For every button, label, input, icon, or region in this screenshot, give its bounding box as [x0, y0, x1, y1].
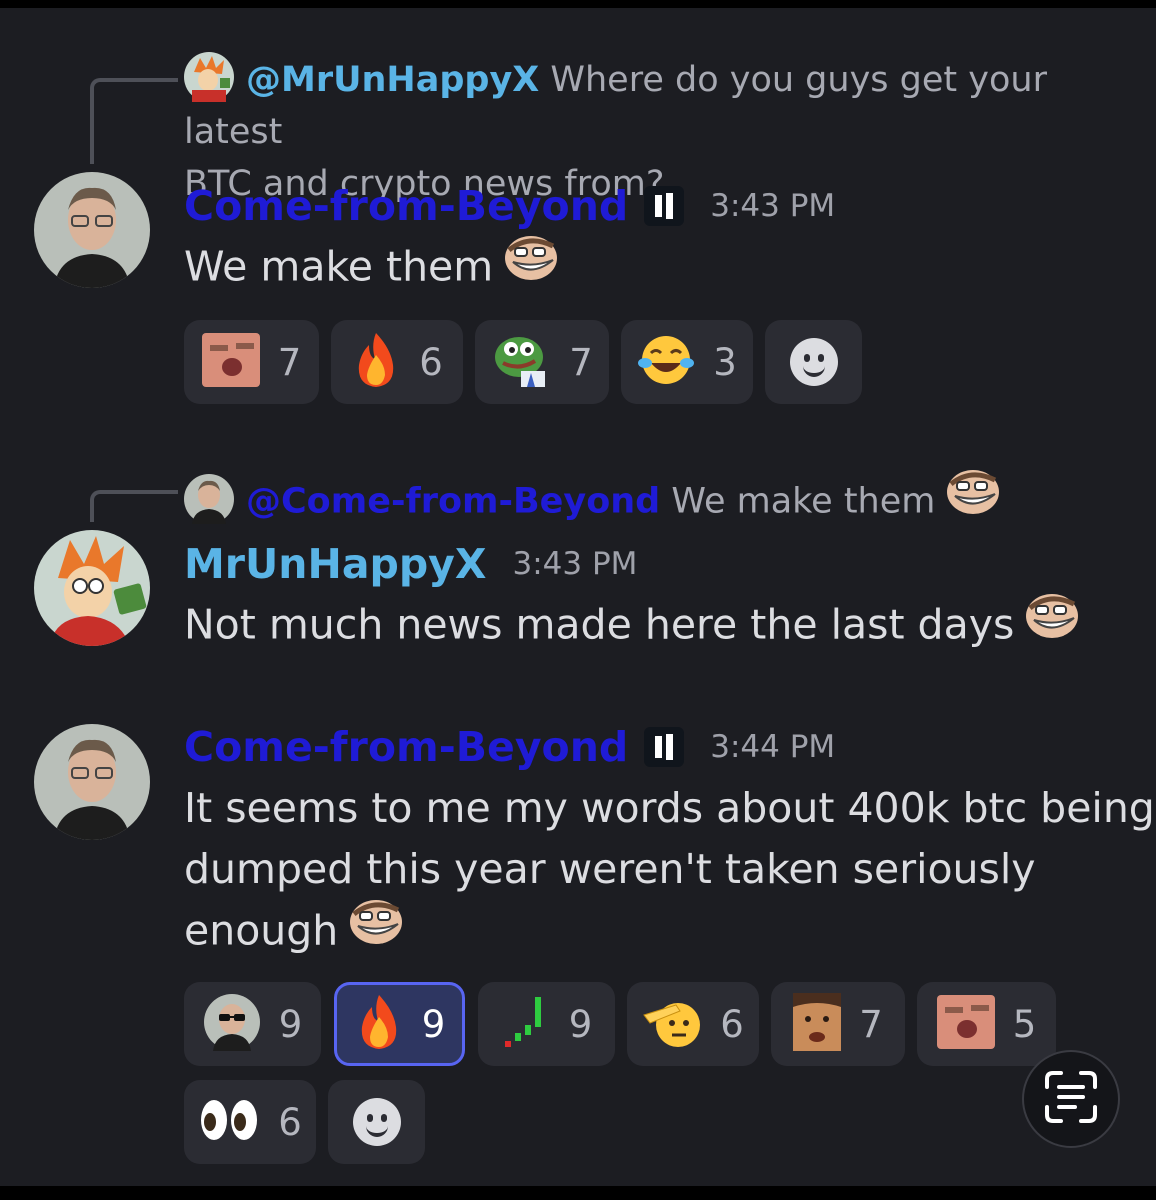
trollface-emote-icon [503, 232, 561, 299]
add-reaction-button[interactable] [328, 1080, 425, 1164]
fire-icon [351, 331, 401, 393]
man-face-emote-icon [793, 993, 842, 1055]
message-content: Not much news made here the last days [184, 600, 1015, 649]
username[interactable]: MrUnHappyX [184, 540, 487, 588]
reaction-count: 6 [419, 340, 443, 384]
reply-mention[interactable]: @MrUnHappyX [246, 60, 539, 100]
reaction-saluting-face[interactable]: 6 [627, 982, 759, 1066]
reaction-count: 5 [1012, 1002, 1037, 1046]
timestamp: 3:43 PM [512, 546, 638, 582]
message-content: We make them [184, 242, 494, 291]
text-scan-icon [1043, 1069, 1099, 1129]
reaction-count: 9 [568, 1002, 593, 1046]
add-reaction-smiley-icon [352, 1098, 401, 1146]
kiss-face-emote-icon [201, 333, 260, 391]
username[interactable]: Come-from-Beyond [184, 182, 628, 230]
avatar-come-from-beyond[interactable] [34, 724, 150, 840]
chart-up-icon [501, 993, 551, 1055]
reaction-fire-selected[interactable]: 9 [334, 982, 465, 1066]
add-reaction-smiley-icon [789, 338, 838, 386]
message-header: MrUnHappyX 3:43 PM [184, 536, 637, 592]
reaction-kiss-face[interactable]: 7 [184, 320, 319, 404]
trollface-emote-icon [1024, 590, 1082, 657]
username[interactable]: Come-from-Beyond [184, 723, 628, 771]
message-text: We make them [184, 236, 561, 303]
reaction-count: 6 [720, 1002, 744, 1046]
trollface-emote-icon [945, 466, 1003, 531]
timestamp: 3:44 PM [710, 729, 836, 765]
reaction-count: 9 [421, 1002, 446, 1046]
timestamp: 3:43 PM [710, 188, 836, 224]
fire-icon [354, 993, 404, 1055]
message-text: It seems to me my words about 400k btc b… [184, 778, 1155, 967]
sunglasses-guy-emote-icon [203, 993, 261, 1055]
reply-mention[interactable]: @Come-from-Beyond [246, 482, 660, 522]
reaction-tears-of-joy[interactable]: 3 [621, 320, 753, 404]
add-reaction-button[interactable] [765, 320, 862, 404]
reply-connector [90, 78, 178, 164]
reaction-count: 7 [569, 340, 593, 384]
server-tag-badge[interactable] [644, 186, 685, 226]
reply-preview[interactable]: @Come-from-Beyond We make them [184, 470, 1003, 535]
saluting-face-icon [642, 993, 702, 1055]
reply-avatar-mrunhappyx [184, 52, 234, 102]
reaction-fire[interactable]: 6 [331, 320, 463, 404]
message-line: enough [184, 906, 339, 955]
message-text: Not much news made here the last days [184, 594, 1082, 661]
avatar-mrunhappyx[interactable] [34, 530, 150, 646]
reaction-pepe[interactable]: 7 [475, 320, 609, 404]
message-line: dumped this year weren't taken seriously [184, 845, 1036, 893]
message-header: Come-from-Beyond 3:43 PM [184, 178, 835, 234]
tears-of-joy-icon [637, 333, 695, 391]
reply-text: We make them [671, 481, 936, 522]
reaction-chart-up[interactable]: 9 [478, 982, 615, 1066]
trollface-emote-icon [348, 896, 406, 963]
bottom-edge [0, 1186, 1156, 1200]
reaction-man-face[interactable]: 7 [771, 982, 905, 1066]
eyes-icon [198, 1096, 260, 1148]
message-line: It seems to me my words about 400k btc b… [184, 784, 1155, 832]
reply-avatar-come-from-beyond [184, 473, 234, 524]
reaction-count: 3 [713, 340, 737, 384]
reaction-kiss-face[interactable]: 5 [917, 982, 1056, 1066]
reaction-count: 7 [859, 1002, 883, 1046]
avatar-come-from-beyond[interactable] [34, 172, 150, 288]
pepe-frog-emote-icon [491, 331, 551, 393]
top-edge [0, 0, 1156, 8]
message-header: Come-from-Beyond 3:44 PM [184, 719, 835, 775]
kiss-face-emote-icon [936, 995, 995, 1053]
reaction-sunglasses-guy[interactable]: 9 [184, 982, 321, 1066]
live-text-scan-button[interactable] [1022, 1050, 1120, 1148]
reaction-count: 7 [277, 340, 302, 384]
reaction-count: 6 [278, 1100, 302, 1144]
reaction-eyes[interactable]: 6 [184, 1080, 316, 1164]
server-tag-badge[interactable] [644, 727, 685, 767]
reaction-count: 9 [278, 1002, 303, 1046]
reply-connector [90, 490, 178, 522]
